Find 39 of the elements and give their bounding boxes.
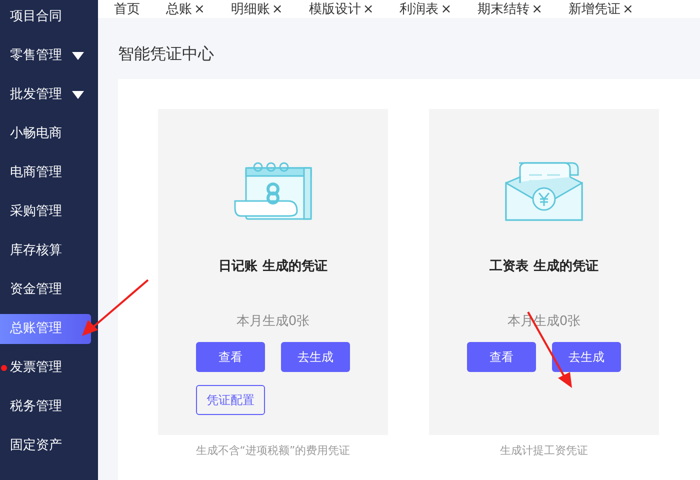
close-icon[interactable]: × [532,2,543,17]
tab[interactable]: 期末结转× [462,0,543,18]
tab[interactable]: 模版设计× [292,0,374,18]
action-button[interactable]: 查看 [467,342,536,372]
sidebar-item[interactable]: 批发管理 [0,80,98,110]
action-button[interactable]: 查看 [196,342,265,372]
close-icon[interactable]: × [362,2,374,17]
action-button[interactable]: 凭证配置 [196,385,265,415]
card-title: 日记账 生成的凭证 [218,258,328,275]
sidebar-item[interactable]: 库存核算 [0,236,98,266]
close-icon[interactable]: × [440,2,452,17]
sidebar-item[interactable]: 发票管理 [0,353,98,383]
tab[interactable]: 利润表× [384,0,452,18]
monthly-count: 本月生成0张 [236,313,310,330]
close-icon[interactable]: × [272,2,283,17]
tab[interactable]: 首页 [98,0,140,18]
sidebar-item[interactable]: 总账管理 [0,314,91,344]
card-description: 生成不含“进项税额”的费用凭证 [196,443,350,458]
sidebar-item[interactable]: 小畅电商 [0,119,98,149]
sidebar-item[interactable]: 资金管理 [0,275,98,305]
sidebar-item[interactable]: 项目合同 [0,2,98,32]
action-button[interactable]: 去生成 [552,342,621,372]
card-description: 生成计提工资凭证 [500,443,588,458]
close-icon[interactable]: × [622,2,634,17]
sidebar-item[interactable]: 采购管理 [0,197,98,227]
sidebar-item[interactable]: 零售管理 [0,41,98,71]
sidebar-item[interactable]: 固定资产 [0,431,98,461]
close-icon[interactable]: × [194,2,205,17]
calendar-icon [233,161,313,221]
annotation-arrow [80,278,150,338]
action-button[interactable]: 去生成 [281,342,350,372]
sidebar-item[interactable]: 电商管理 [0,158,98,188]
sidebar-item[interactable]: 税务管理 [0,392,98,422]
tab[interactable]: 明细账× [214,0,283,18]
envelope-icon [504,161,584,221]
card-title: 工资表 生成的凭证 [490,258,598,275]
page-title: 智能凭证中心 [118,44,215,65]
tab[interactable]: 总账× [150,0,205,18]
tab[interactable]: 新增凭证× [552,0,634,18]
